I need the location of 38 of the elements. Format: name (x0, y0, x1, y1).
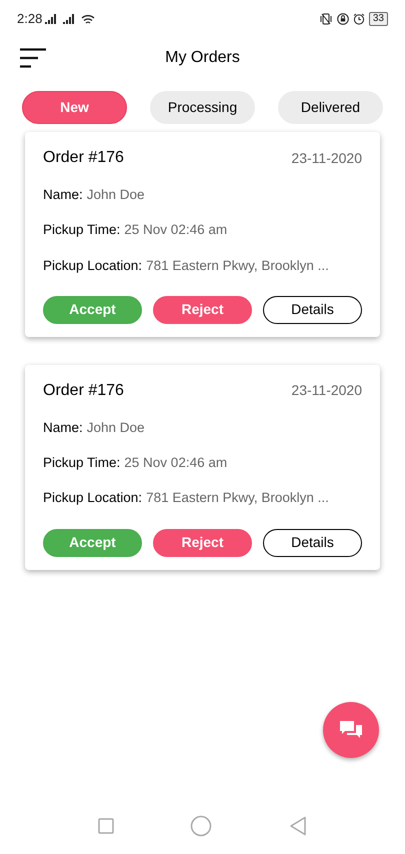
field-label: Pickup Location: (43, 256, 142, 275)
field-value: 781 Eastern Pkwy, Brooklyn ... (146, 256, 329, 275)
order-title: Order #176 (43, 148, 124, 168)
menu-icon[interactable] (20, 48, 46, 68)
field-value: John Doe (86, 186, 145, 204)
accept-button[interactable]: Accept (43, 296, 142, 324)
square-nav-icon[interactable] (98, 818, 114, 834)
details-button[interactable]: Details (263, 528, 362, 556)
battery-icon: 33 (368, 12, 388, 26)
field-label: Name: (43, 186, 83, 204)
reject-button[interactable]: Reject (153, 528, 252, 556)
filter-tab[interactable]: Processing (150, 91, 255, 124)
back-nav-icon[interactable] (288, 816, 307, 836)
order-date: 23-11-2020 (291, 148, 362, 168)
chat-icon (339, 720, 363, 740)
accept-button[interactable]: Accept (43, 528, 142, 556)
chat-button[interactable] (323, 702, 379, 758)
filter-tab[interactable]: Delivered (278, 91, 383, 124)
vibrate-icon (318, 13, 333, 25)
field-label: Pickup Location: (43, 489, 142, 508)
field-value: 781 Eastern Pkwy, Brooklyn ... (146, 489, 329, 508)
field-value: 25 Nov 02:46 am (124, 454, 228, 472)
details-button[interactable]: Details (263, 296, 362, 324)
order-title: Order #176 (43, 380, 124, 401)
order-date: 23-11-2020 (291, 381, 362, 400)
reject-button[interactable]: Reject (153, 296, 252, 324)
field-label: Name: (43, 418, 83, 437)
circle-nav-icon[interactable] (190, 815, 212, 837)
page-title: My Orders (165, 48, 240, 68)
field-value: 25 Nov 02:46 am (124, 221, 228, 240)
status-time: 2:28 (17, 10, 42, 28)
field-value: John Doe (86, 418, 145, 437)
alarm-icon (352, 13, 365, 25)
field-label: Pickup Time: (43, 454, 120, 472)
field-label: Pickup Time: (43, 221, 120, 240)
lock-icon (336, 13, 349, 25)
filter-tab[interactable]: New (22, 91, 127, 124)
wifi-icon (81, 14, 96, 24)
